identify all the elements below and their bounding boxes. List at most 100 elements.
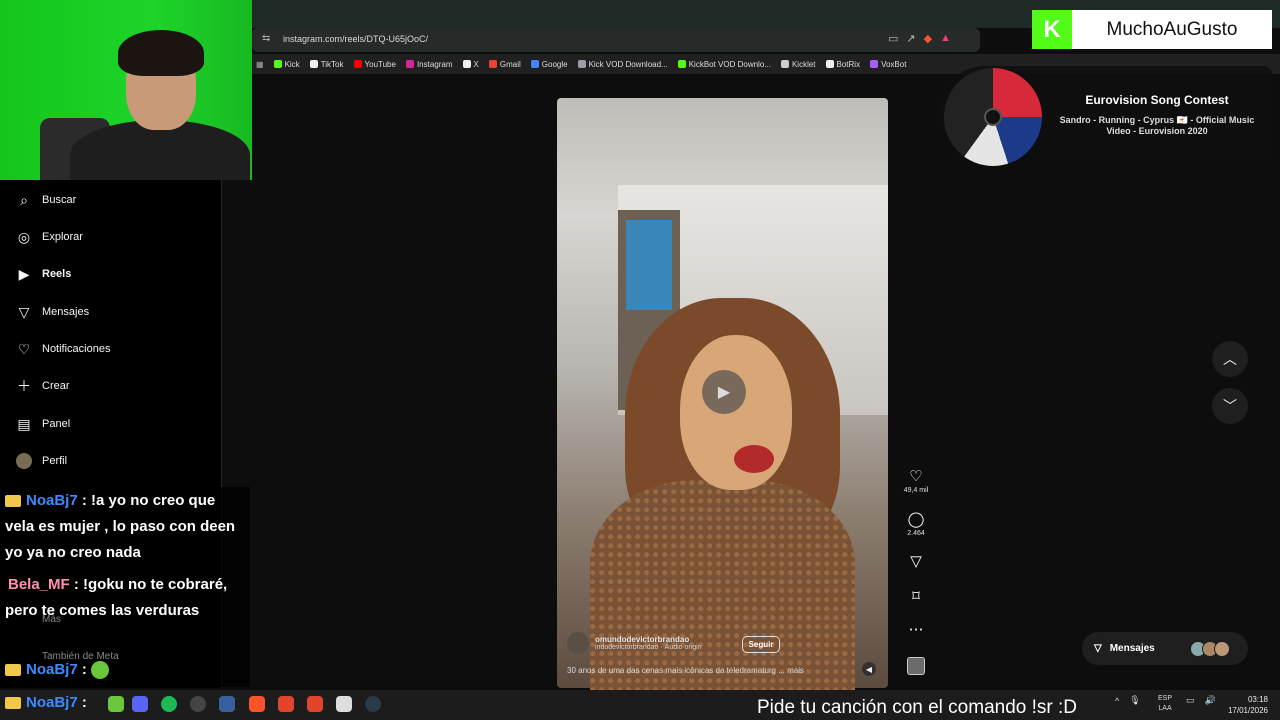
tray-icons: ▭ 🔊 xyxy=(1186,695,1216,706)
chat-message: NoaBj7 : xyxy=(5,690,245,716)
audio-thumbnail[interactable] xyxy=(907,657,925,675)
bookmark-item[interactable]: Instagram xyxy=(405,60,453,69)
link-icon xyxy=(577,60,586,68)
reel-author[interactable]: omundodevictorbrandao indodevictorbranda… xyxy=(567,632,702,654)
clock[interactable]: 03:18 17/01/2026 xyxy=(1224,694,1268,716)
speaker-icon[interactable]: 🔊 xyxy=(1205,695,1216,706)
nav-notifications[interactable]: ♡ Notificaciones xyxy=(16,341,111,357)
streamer-brand-box: K MuchoAuGusto xyxy=(1032,10,1272,49)
disc-center xyxy=(984,108,1002,126)
comment-icon: ◯ xyxy=(907,511,925,528)
previous-reel-button[interactable]: ︿ xyxy=(1212,341,1248,377)
nav-search[interactable]: ⌕ Buscar xyxy=(16,192,76,208)
nav-create[interactable]: ＋ Crear xyxy=(16,378,70,394)
send-icon: ▽ xyxy=(18,303,30,320)
bookmark-item[interactable]: TikTok xyxy=(309,60,344,69)
file-icon[interactable] xyxy=(336,696,352,712)
save-button[interactable]: ⌑ xyxy=(902,587,930,605)
screen-icon[interactable]: ▭ xyxy=(888,32,898,45)
panel-icon: ▤ xyxy=(17,415,31,432)
discord-icon[interactable] xyxy=(132,696,148,712)
kicklet-icon xyxy=(780,60,789,68)
stream-chat-overlay: NoaBj7 : !a yo no creo que vela es mujer… xyxy=(0,487,250,687)
heart-icon: ♡ xyxy=(909,468,923,485)
voxbot-icon xyxy=(870,60,879,68)
comment-button[interactable]: ◯ 2.464 xyxy=(902,510,930,537)
bookmark-item[interactable]: Kick VOD Download... xyxy=(577,60,668,69)
crown-icon xyxy=(5,664,21,677)
like-button[interactable]: ♡ 49,4 mil xyxy=(902,467,930,494)
song-request-banner: Pide tu canción con el comando !sr :D xyxy=(757,697,1078,718)
nav-messages[interactable]: ▽ Mensajes xyxy=(16,304,89,320)
bookmark-item[interactable]: Gmail xyxy=(488,60,521,69)
nav-reels[interactable]: ▶ Reels xyxy=(16,266,72,282)
brave-rewards-icon[interactable]: ▲ xyxy=(940,32,951,45)
bookmark-item[interactable]: X xyxy=(462,60,479,69)
site-info-icon[interactable]: ⇆ xyxy=(262,33,270,44)
bookmark-item[interactable]: BotRix xyxy=(825,60,860,69)
youtube-icon xyxy=(353,60,362,68)
bookmark-item[interactable]: Kick xyxy=(273,60,300,69)
avatar xyxy=(16,453,32,469)
url-text[interactable]: instagram.com/reels/DTQ-U65jOoC/ xyxy=(283,34,428,44)
brave-shield-icon[interactable]: ◆ xyxy=(924,32,932,45)
now-playing-subtitle: Sandro - Running - Cyprus 🇨🇾 - Official … xyxy=(1059,115,1255,136)
address-bar-actions: ▭ ↗ ◆ ▲ xyxy=(888,32,951,45)
kick-icon xyxy=(273,60,282,68)
share-button[interactable]: ▽ xyxy=(902,552,930,570)
tiktok-icon xyxy=(309,60,318,68)
bookmark-item[interactable]: KickBot VOD Downlo... xyxy=(677,60,771,69)
plus-icon: ＋ xyxy=(17,378,31,394)
language-indicator[interactable]: ESP LAA xyxy=(1158,694,1172,714)
chevron-up-icon: ︿ xyxy=(1223,351,1237,367)
frog-emote-icon xyxy=(108,696,124,712)
nav-explore[interactable]: ◎ Explorar xyxy=(16,229,83,245)
chat-message: NoaBj7 : xyxy=(5,657,247,683)
chevron-down-icon: ﹀ xyxy=(1223,398,1237,414)
bookmark-item[interactable]: Google xyxy=(530,60,568,69)
send-icon: ▽ xyxy=(910,553,922,570)
messages-pill[interactable]: ▽ Mensajes xyxy=(1082,632,1248,665)
instagram-icon xyxy=(405,60,414,68)
botrix-icon xyxy=(825,60,834,68)
bookmark-item[interactable]: VoxBot xyxy=(870,60,906,69)
sidebar-more-faded: Más xyxy=(42,614,61,625)
more-options-button[interactable]: ⋯ xyxy=(902,620,930,638)
puppet-sweater xyxy=(590,480,855,690)
bookmark-item[interactable]: YouTube xyxy=(353,60,396,69)
reel-username[interactable]: omundodevictorbrandao xyxy=(595,635,702,644)
kickbot-icon xyxy=(677,60,686,68)
bookmark-item[interactable]: Kicklet xyxy=(780,60,816,69)
app-icon[interactable] xyxy=(365,696,381,712)
nav-profile[interactable]: Perfil xyxy=(16,453,67,469)
network-icon[interactable]: ▭ xyxy=(1186,695,1195,706)
nav-panel[interactable]: ▤ Panel xyxy=(16,416,70,432)
share-icon[interactable]: ↗ xyxy=(906,32,915,45)
mute-icon[interactable]: ◀ xyxy=(862,662,876,676)
avatar[interactable] xyxy=(567,632,589,654)
kick-logo-icon: K xyxy=(1032,10,1072,49)
gmail-icon xyxy=(488,60,497,68)
x-icon xyxy=(462,60,471,68)
reel-caption[interactable]: 30 anos de uma das cenas mais icônicas d… xyxy=(567,666,804,675)
follow-button[interactable]: Seguir xyxy=(742,636,780,653)
google-icon xyxy=(530,60,539,68)
obs-icon[interactable] xyxy=(190,696,206,712)
puppet-mouth xyxy=(734,445,774,473)
bookmark-icon: ⌑ xyxy=(912,588,920,605)
microphone-icon[interactable]: 🎙 xyxy=(1129,695,1140,706)
frog-emote-icon xyxy=(91,661,110,680)
crown-icon xyxy=(5,495,21,508)
app-icon[interactable] xyxy=(219,696,235,712)
reel-audio[interactable]: indodevictorbrandao · Áudio origin xyxy=(595,644,702,651)
play-icon[interactable]: ▶ xyxy=(702,370,746,414)
brave-icon[interactable] xyxy=(307,696,323,712)
crown-icon xyxy=(5,697,21,710)
next-reel-button[interactable]: ﹀ xyxy=(1212,388,1248,424)
apps-grid-icon[interactable]: ▦ xyxy=(256,60,264,69)
chevron-up-icon[interactable]: ^ xyxy=(1115,696,1119,706)
search-icon: ⌕ xyxy=(20,191,28,208)
brave-icon[interactable] xyxy=(249,696,265,712)
brave-icon[interactable] xyxy=(278,696,294,712)
spotify-icon[interactable] xyxy=(161,696,177,712)
